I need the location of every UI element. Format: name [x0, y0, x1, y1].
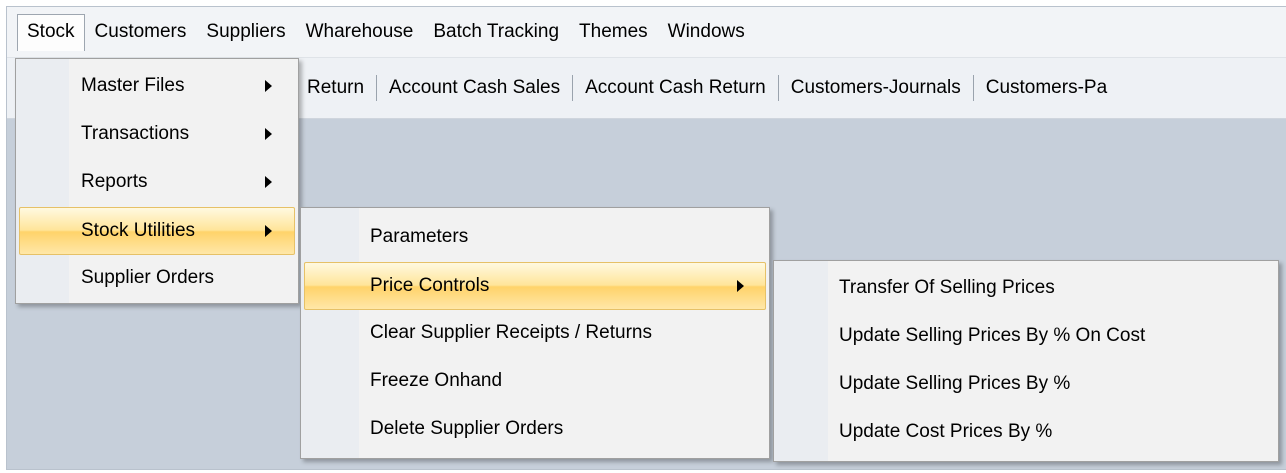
menu-item-label: Price Controls [370, 275, 490, 296]
menu-item-parameters[interactable]: Parameters [304, 214, 766, 260]
menu-suppliers[interactable]: Suppliers [196, 14, 295, 50]
menu-item-delete-supplier-orders[interactable]: Delete Supplier Orders [304, 406, 766, 452]
menu-item-update-selling-prices-on-cost[interactable]: Update Selling Prices By % On Cost [777, 313, 1275, 359]
menu-item-transactions[interactable]: Transactions [19, 111, 295, 157]
stock-utilities-submenu: Parameters Price Controls Clear Supplier… [300, 207, 770, 459]
menu-item-label: Delete Supplier Orders [370, 418, 564, 439]
stock-menu: Master Files Transactions Reports Stock … [15, 58, 299, 304]
menu-item-supplier-orders[interactable]: Supplier Orders [19, 255, 295, 301]
menu-item-clear-supplier-receipts-returns[interactable]: Clear Supplier Receipts / Returns [304, 310, 766, 356]
submenu-arrow-icon [265, 128, 272, 140]
menu-item-transfer-of-selling-prices[interactable]: Transfer Of Selling Prices [777, 265, 1275, 311]
menu-item-label: Transfer Of Selling Prices [839, 277, 1055, 298]
toolbar-account-cash-sales-button[interactable]: Account Cash Sales [377, 77, 572, 99]
toolbar-customers-journals-button[interactable]: Customers-Journals [779, 77, 973, 99]
submenu-arrow-icon [265, 225, 272, 237]
menu-item-master-files[interactable]: Master Files [19, 63, 295, 109]
menu-stock[interactable]: Stock [17, 13, 85, 51]
menu-item-update-selling-prices[interactable]: Update Selling Prices By % [777, 361, 1275, 407]
toolbar-customers-payments-button[interactable]: Customers-Pa [974, 77, 1119, 99]
menu-item-label: Parameters [370, 226, 469, 247]
menu-item-price-controls[interactable]: Price Controls [304, 262, 766, 310]
menu-item-label: Supplier Orders [81, 267, 215, 288]
menu-item-label: Reports [81, 171, 148, 192]
menu-wharehouse[interactable]: Wharehouse [296, 14, 424, 50]
menu-item-label: Update Selling Prices By % On Cost [839, 325, 1146, 346]
menu-item-label: Update Selling Prices By % [839, 373, 1071, 394]
submenu-arrow-icon [737, 280, 744, 292]
menu-item-label: Clear Supplier Receipts / Returns [370, 322, 652, 343]
menu-themes[interactable]: Themes [569, 14, 658, 50]
menu-item-label: Master Files [81, 75, 185, 96]
menu-bar: Stock Customers Suppliers Wharehouse Bat… [7, 7, 1286, 58]
menu-customers[interactable]: Customers [85, 14, 197, 50]
menu-item-label: Update Cost Prices By % [839, 421, 1053, 442]
toolbar-return-button[interactable]: Return [295, 77, 376, 99]
submenu-arrow-icon [265, 176, 272, 188]
menu-item-freeze-onhand[interactable]: Freeze Onhand [304, 358, 766, 404]
menu-item-reports[interactable]: Reports [19, 159, 295, 205]
menu-item-update-cost-prices[interactable]: Update Cost Prices By % [777, 409, 1275, 455]
menu-item-label: Stock Utilities [81, 220, 196, 241]
toolbar-account-cash-return-button[interactable]: Account Cash Return [573, 77, 778, 99]
submenu-arrow-icon [265, 80, 272, 92]
application-window: Stock Customers Suppliers Wharehouse Bat… [6, 6, 1286, 470]
price-controls-submenu: Transfer Of Selling Prices Update Sellin… [773, 260, 1279, 462]
menu-batch-tracking[interactable]: Batch Tracking [423, 14, 569, 50]
menu-item-label: Transactions [81, 123, 190, 144]
menu-item-label: Freeze Onhand [370, 370, 503, 391]
menu-item-stock-utilities[interactable]: Stock Utilities [19, 207, 295, 255]
menu-windows[interactable]: Windows [658, 14, 755, 50]
